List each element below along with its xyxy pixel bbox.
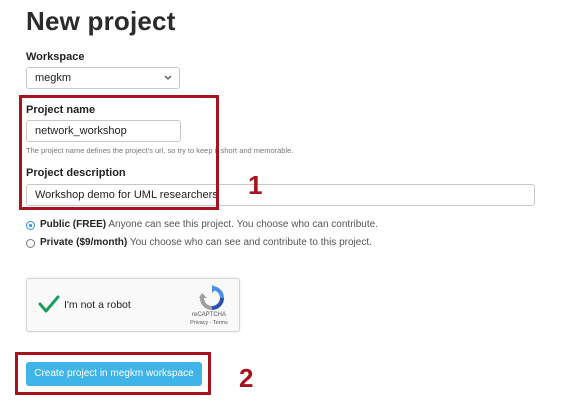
recaptcha-widget[interactable]: I'm not a robot reCAPTCHA Privacy - Term… — [26, 278, 240, 332]
workspace-select[interactable]: megkm — [26, 67, 180, 89]
highlight-box-2 — [15, 352, 211, 395]
recaptcha-logo-icon — [199, 285, 224, 310]
radio-public[interactable] — [26, 221, 35, 230]
annotation-marker-1: 1 — [248, 170, 263, 200]
public-title: Public (FREE) — [40, 219, 107, 230]
checkmark-icon[interactable] — [37, 292, 61, 316]
public-desc: Anyone can see this project. You choose … — [108, 219, 378, 230]
visibility-public-option[interactable]: Public (FREE) Anyone can see this projec… — [26, 219, 378, 230]
recaptcha-links[interactable]: Privacy - Terms — [179, 320, 239, 326]
private-title: Private ($9/month) — [40, 237, 128, 248]
page-title: New project — [26, 6, 176, 36]
private-desc: You choose who can see and contribute to… — [129, 237, 372, 248]
recaptcha-brand: reCAPTCHA — [191, 312, 226, 318]
workspace-select-value: megkm — [35, 72, 72, 84]
visibility-private-option[interactable]: Private ($9/month) You choose who can se… — [26, 237, 372, 248]
workspace-label: Workspace — [26, 51, 85, 63]
highlight-box-1 — [19, 95, 219, 210]
chevron-down-icon — [164, 75, 172, 80]
radio-private[interactable] — [26, 239, 35, 248]
annotation-marker-2: 2 — [239, 363, 254, 393]
recaptcha-label: I'm not a robot — [64, 299, 131, 311]
